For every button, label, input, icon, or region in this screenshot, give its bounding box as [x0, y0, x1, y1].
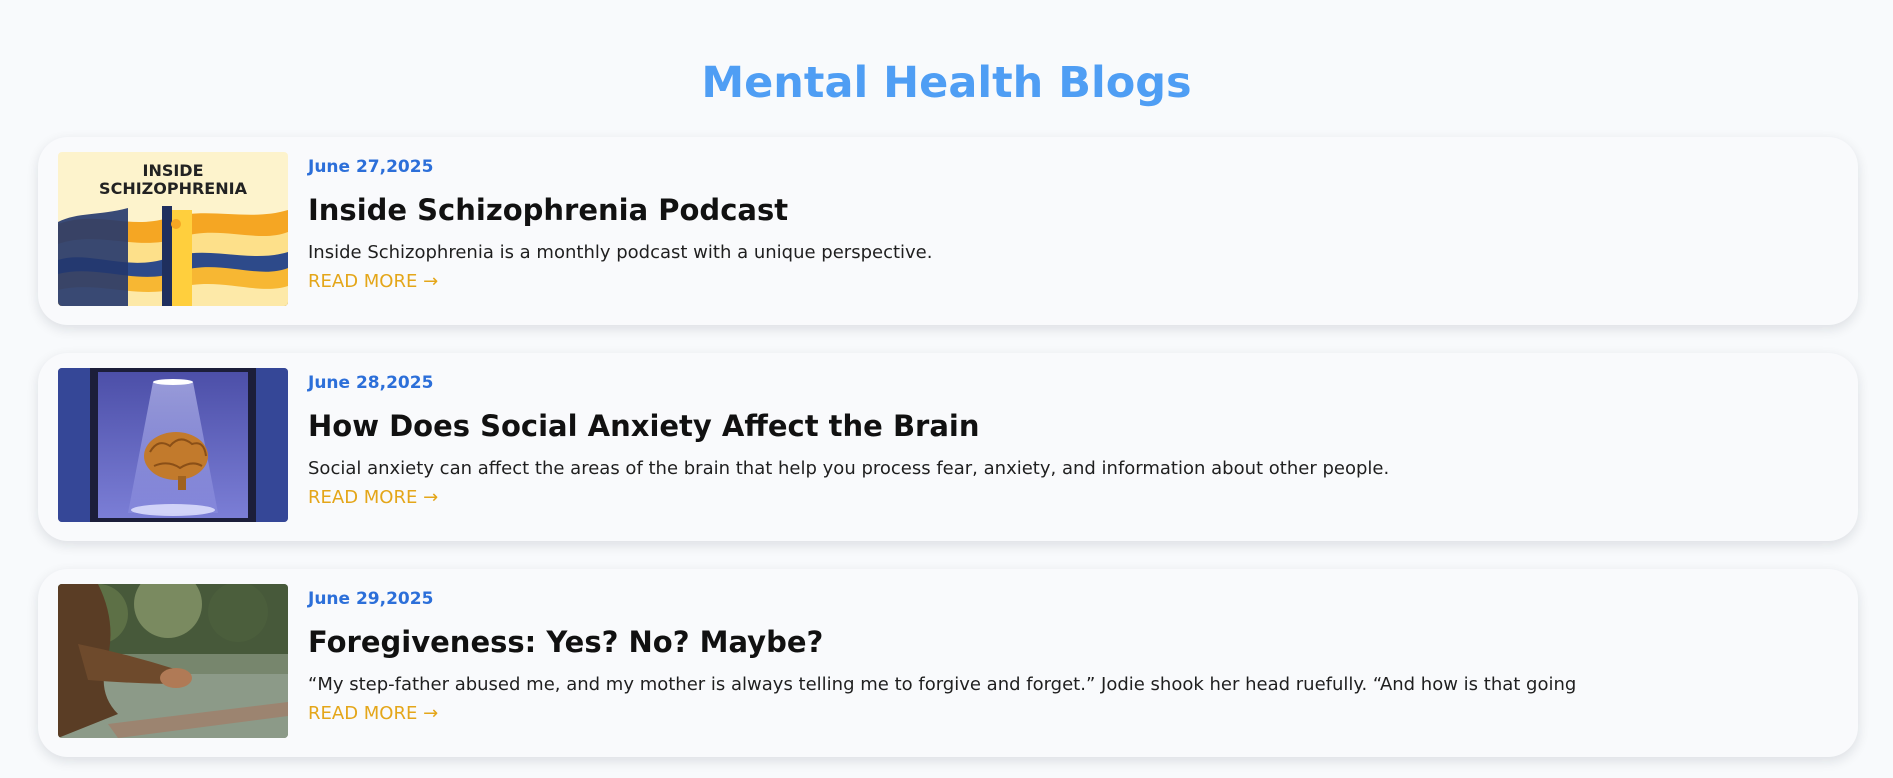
page-title: Mental Health Blogs [701, 58, 1192, 108]
blog-card: June 28,2025 How Does Social Anxiety Aff… [38, 353, 1858, 541]
post-title[interactable]: Inside Schizophrenia Podcast [308, 192, 788, 228]
post-title[interactable]: How Does Social Anxiety Affect the Brain [308, 408, 980, 444]
blog-card: INSIDE SCHIZOPHRENIA June 27,2025 Inside… [38, 137, 1858, 325]
post-excerpt: Social anxiety can affect the areas of t… [308, 458, 1390, 479]
read-more-link[interactable]: READ MORE → [308, 702, 438, 726]
post-title[interactable]: Foregiveness: Yes? No? Maybe? [308, 624, 823, 660]
read-more-link[interactable]: READ MORE → [308, 486, 438, 510]
post-date: June 27,2025 [308, 157, 434, 177]
post-date: June 28,2025 [308, 373, 434, 393]
read-more-link[interactable]: READ MORE → [308, 270, 438, 294]
podcast-cover-image[interactable]: INSIDE SCHIZOPHRENIA [58, 152, 288, 306]
person-by-lake-image[interactable] [58, 584, 288, 738]
post-excerpt: Inside Schizophrenia is a monthly podcas… [308, 242, 933, 263]
post-excerpt: “My step-father abused me, and my mother… [308, 674, 1577, 695]
cover-text-line2: SCHIZOPHRENIA [99, 179, 248, 198]
cover-text-line1: INSIDE [142, 161, 203, 180]
blog-card: June 29,2025 Foregiveness: Yes? No? Mayb… [38, 569, 1858, 757]
brain-image[interactable] [58, 368, 288, 522]
post-date: June 29,2025 [308, 589, 434, 609]
blog-page: Mental Health Blogs INSIDE SCHIZOPHRENIA… [0, 0, 1893, 778]
